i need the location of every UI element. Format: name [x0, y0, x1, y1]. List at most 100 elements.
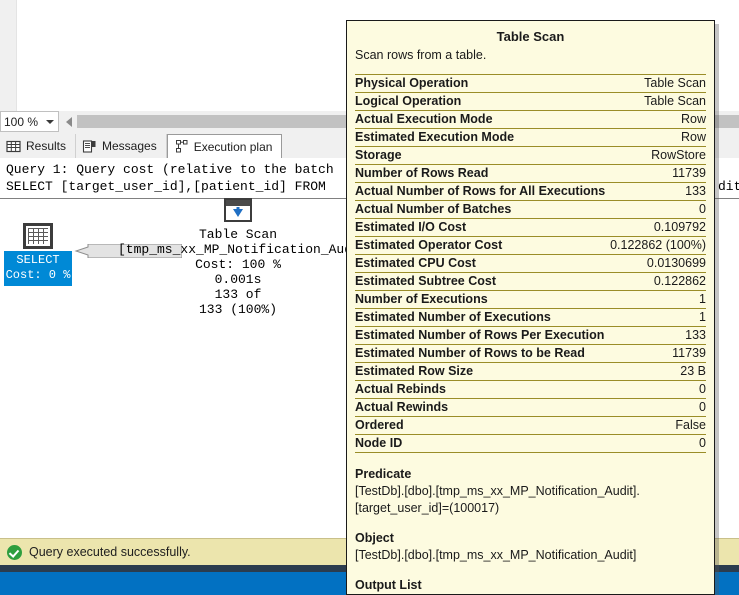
- tooltip-property-value: 0.0130699: [646, 256, 706, 270]
- select-operator-icon: [23, 223, 53, 249]
- tooltip-property-key: Node ID: [355, 436, 403, 450]
- operator-tooltip: Table Scan Scan rows from a table. Physi…: [346, 20, 715, 595]
- plan-query-text: SELECT [target_user_id],[patient_id] FRO…: [6, 179, 326, 194]
- tooltip-property-key: Storage: [355, 148, 402, 162]
- tooltip-property-row: Estimated Number of Executions 1: [355, 309, 706, 327]
- tooltip-section-line: [target_user_id]=(100017): [355, 501, 500, 515]
- tooltip-property-key: Actual Rebinds: [355, 382, 446, 396]
- tooltip-property-row: Actual Rewinds 0: [355, 399, 706, 417]
- tooltip-property-value: 0: [699, 436, 706, 450]
- tooltip-property-key: Estimated Execution Mode: [355, 130, 515, 144]
- editor-gutter: [0, 0, 17, 111]
- tab-messages-label: Messages: [102, 139, 157, 153]
- table-scan-cost: Cost: 100 %: [195, 257, 281, 272]
- tooltip-property-key: Estimated Number of Executions: [355, 310, 551, 324]
- tooltip-property-value: 11739: [672, 166, 706, 180]
- tooltip-property-row: Logical Operation Table Scan: [355, 93, 706, 111]
- tooltip-property-value: 0.122862: [653, 274, 706, 288]
- table-scan-object: [tmp_ms_xx_MP_Notification_Audit]: [118, 242, 376, 257]
- select-node-labels: SELECT Cost: 0 %: [4, 251, 72, 286]
- tooltip-property-key: Estimated CPU Cost: [355, 256, 476, 270]
- tooltip-property-row: Estimated Subtree Cost 0.122862: [355, 273, 706, 291]
- tooltip-property-value: Table Scan: [644, 94, 706, 108]
- document-icon: [82, 139, 97, 154]
- tooltip-property-value: Table Scan: [644, 76, 706, 90]
- tooltip-section-heading: Predicate: [355, 467, 412, 481]
- plan-query-header: Query 1: Query cost (relative to the bat…: [6, 162, 334, 177]
- tooltip-property-row: Physical Operation Table Scan: [355, 74, 706, 93]
- tooltip-property-row: Actual Number of Batches 0: [355, 201, 706, 219]
- tooltip-property-key: Estimated Row Size: [355, 364, 474, 378]
- tooltip-property-value: 1: [699, 292, 706, 306]
- tooltip-property-value: 133: [685, 328, 706, 342]
- tooltip-property-row: Ordered False: [355, 417, 706, 435]
- chevron-down-icon[interactable]: [46, 120, 54, 124]
- tooltip-property-row: Estimated Execution Mode Row: [355, 129, 706, 147]
- tooltip-property-row: Estimated Operator Cost 0.122862 (100%): [355, 237, 706, 255]
- tab-execution-plan[interactable]: Execution plan: [166, 134, 283, 159]
- tooltip-property-row: Actual Execution Mode Row: [355, 111, 706, 129]
- select-node-title: SELECT: [16, 253, 60, 267]
- tooltip-section: Output List[TestDb].[dbo].[tmp_ms_xx_MP_…: [355, 577, 706, 594]
- tooltip-section-heading: Object: [355, 531, 394, 545]
- tooltip-property-row: Estimated CPU Cost 0.0130699: [355, 255, 706, 273]
- tooltip-property-value: 0.122862 (100%): [610, 238, 706, 252]
- tooltip-section: Object [TestDb].[dbo].[tmp_ms_xx_MP_Notif…: [355, 530, 706, 564]
- table-scan-title: Table Scan: [198, 227, 277, 242]
- plan-tree-icon: [174, 139, 189, 154]
- tooltip-property-key: Ordered: [355, 418, 404, 432]
- plan-node-select[interactable]: SELECT Cost: 0 %: [4, 223, 72, 286]
- tooltip-property-key: Actual Rewinds: [355, 400, 449, 414]
- tooltip-section: Predicate [TestDb].[dbo].[tmp_ms_xx_MP_No…: [355, 466, 706, 517]
- tooltip-property-value: 11739: [672, 346, 706, 360]
- tab-messages[interactable]: Messages: [76, 134, 167, 158]
- scroll-left-icon[interactable]: [66, 116, 72, 127]
- plan-query-text-tail: dit: [718, 179, 739, 194]
- status-message: Query executed successfully.: [29, 545, 191, 559]
- tooltip-description: Scan rows from a table.: [355, 48, 487, 62]
- zoom-level-combobox[interactable]: 100 %: [0, 111, 59, 132]
- tooltip-property-row: Node ID 0: [355, 435, 706, 453]
- tooltip-property-value: 1: [699, 310, 706, 324]
- tooltip-property-row: Estimated Number of Rows to be Read 11739: [355, 345, 706, 363]
- tooltip-property-row: Estimated I/O Cost 0.109792: [355, 219, 706, 237]
- tooltip-sections: Predicate [TestDb].[dbo].[tmp_ms_xx_MP_No…: [355, 466, 706, 594]
- select-node-cost: Cost: 0 %: [5, 268, 71, 282]
- tooltip-property-list: Physical Operation Table Scan Logical Oper…: [355, 74, 706, 453]
- tooltip-property-value: 0: [699, 202, 706, 216]
- tooltip-property-row: Estimated Number of Rows Per Execution 13…: [355, 327, 706, 345]
- tooltip-property-row: Number of Executions 1: [355, 291, 706, 309]
- tooltip-property-key: Estimated Number of Rows to be Read: [355, 346, 585, 360]
- tab-results[interactable]: Results: [0, 134, 77, 158]
- table-scan-operator-icon: [224, 198, 252, 222]
- tooltip-property-row: Actual Number of Rows for All Executions…: [355, 183, 706, 201]
- table-scan-rows-actual: 133 of: [214, 287, 262, 302]
- tooltip-property-key: Number of Rows Read: [355, 166, 489, 180]
- tooltip-section-line: [TestDb].[dbo].[tmp_ms_xx_MP_Notificatio…: [355, 548, 637, 562]
- tooltip-property-value: Row: [680, 112, 706, 126]
- tooltip-property-value: False: [675, 418, 706, 432]
- plan-node-table-scan[interactable]: Table Scan [tmp_ms_xx_MP_Notification_Au…: [118, 198, 376, 317]
- zoom-level-value: 100 %: [4, 114, 39, 129]
- tab-execution-plan-label: Execution plan: [193, 139, 273, 154]
- tooltip-property-row: Actual Rebinds 0: [355, 381, 706, 399]
- tooltip-property-key: Estimated Subtree Cost: [355, 274, 497, 288]
- tooltip-property-row: Number of Rows Read 11739: [355, 165, 706, 183]
- tooltip-property-value: 0: [699, 400, 706, 414]
- tooltip-property-value: Row: [680, 130, 706, 144]
- tooltip-property-key: Estimated Number of Rows Per Execution: [355, 328, 605, 342]
- tab-results-label: Results: [26, 139, 67, 153]
- table-scan-rows-estimated: 133 (100%): [198, 302, 277, 317]
- table-scan-duration: 0.001s: [214, 272, 262, 287]
- tooltip-property-value: 0.109792: [653, 220, 706, 234]
- grid-icon: [6, 139, 21, 154]
- tooltip-property-key: Actual Number of Rows for All Executions: [355, 184, 606, 198]
- tooltip-property-row: Estimated Row Size 23 B: [355, 363, 706, 381]
- tooltip-property-key: Estimated Operator Cost: [355, 238, 503, 252]
- tooltip-section-heading: Output List: [355, 578, 422, 592]
- tooltip-property-key: Number of Executions: [355, 292, 488, 306]
- tooltip-property-value: 23 B: [680, 364, 706, 378]
- tooltip-property-key: Estimated I/O Cost: [355, 220, 467, 234]
- tooltip-property-value: RowStore: [651, 148, 706, 162]
- tooltip-property-key: Actual Execution Mode: [355, 112, 493, 126]
